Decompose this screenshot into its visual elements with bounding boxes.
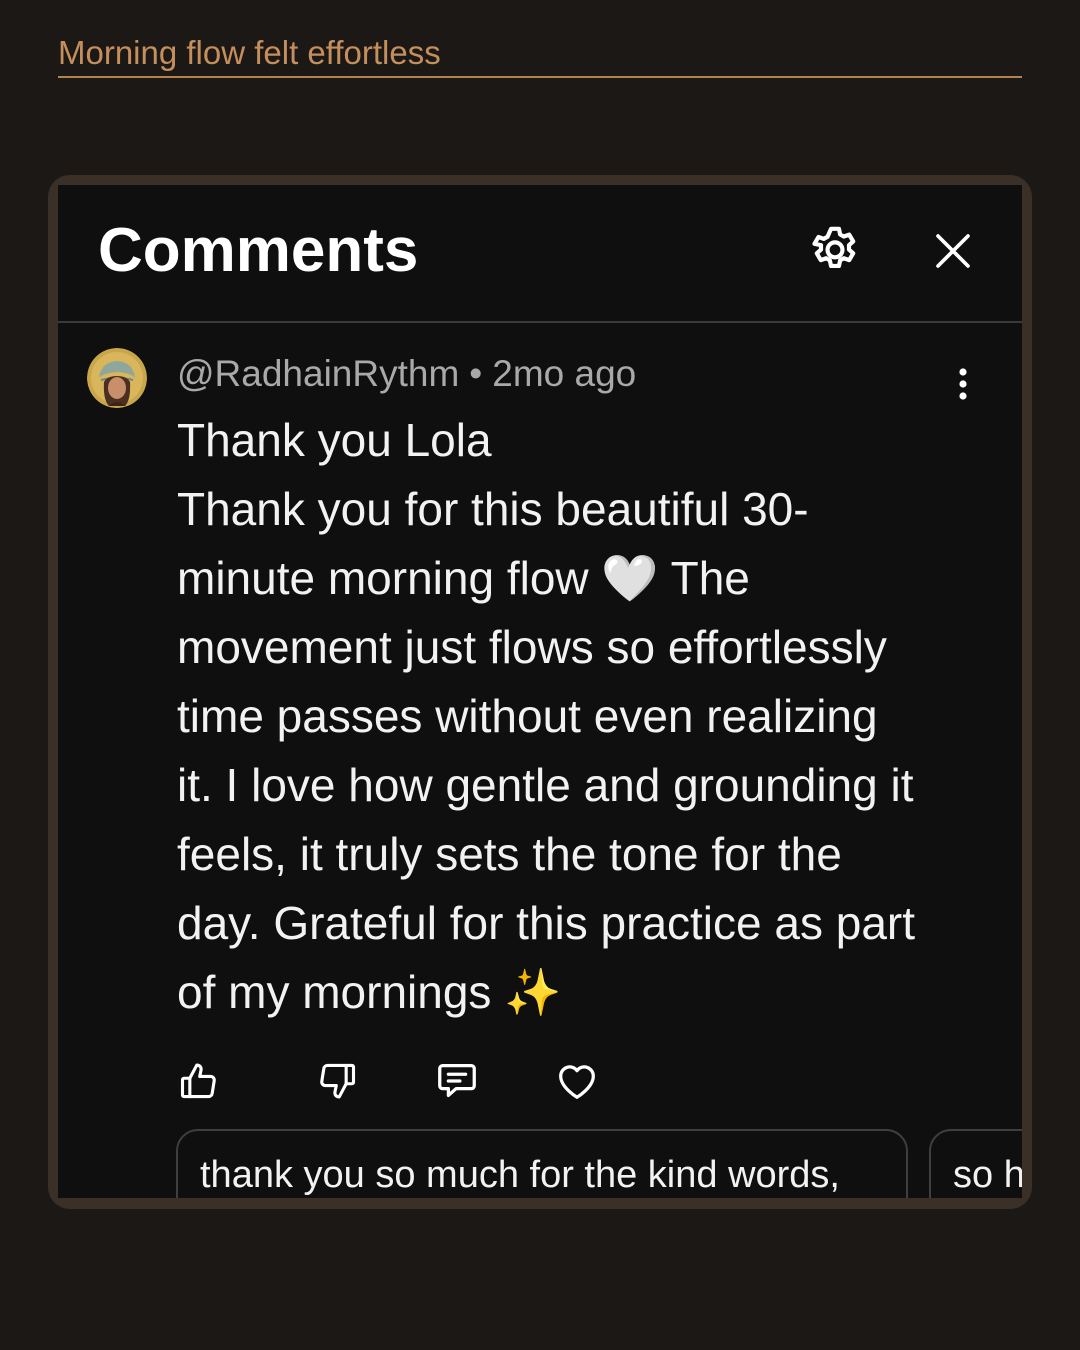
like-button[interactable] bbox=[171, 1053, 227, 1109]
thumbs-up-icon bbox=[180, 1063, 216, 1099]
comment-line: minute morning flow 🤍 The bbox=[177, 552, 750, 604]
comment-item: @RadhainRythm • 2mo ago Thank you Lola Tha… bbox=[58, 323, 1022, 1198]
comment-author[interactable]: @RadhainRythm bbox=[177, 353, 459, 394]
avatar[interactable] bbox=[87, 348, 147, 408]
comment-line: time passes without even realizing bbox=[177, 690, 878, 742]
heart-button[interactable] bbox=[549, 1053, 605, 1109]
reply-icon bbox=[438, 1064, 476, 1098]
reply-card[interactable]: so h bbox=[929, 1129, 1022, 1198]
dislike-button[interactable] bbox=[309, 1053, 365, 1109]
comment-line: movement just flows so effortlessly bbox=[177, 621, 887, 673]
comment-actions bbox=[171, 1053, 671, 1109]
reply-button[interactable] bbox=[429, 1053, 485, 1109]
comment-line: it. I love how gentle and grounding it bbox=[177, 759, 914, 811]
heart-icon bbox=[559, 1065, 595, 1099]
comment-line: feels, it truly sets the tone for the bbox=[177, 828, 842, 880]
settings-button[interactable] bbox=[803, 219, 867, 283]
reply-card[interactable]: thank you so much for the kind words, bbox=[176, 1129, 908, 1198]
comment-line: Thank you Lola bbox=[177, 414, 492, 466]
more-options-button[interactable] bbox=[943, 359, 983, 409]
comments-panel: Comments @RadhainRythm • 2mo ago Thank y… bbox=[58, 185, 1022, 1198]
page-headline[interactable]: Morning flow felt effortless bbox=[58, 30, 1022, 78]
comments-sheet: Comments @RadhainRythm • 2mo ago Thank y… bbox=[48, 175, 1032, 1209]
close-button[interactable] bbox=[921, 219, 985, 283]
comments-header: Comments bbox=[58, 185, 1022, 323]
meta-separator: • bbox=[469, 353, 483, 394]
comment-meta: @RadhainRythm • 2mo ago bbox=[177, 351, 636, 397]
close-icon bbox=[936, 234, 970, 268]
comment-line: day. Grateful for this practice as part bbox=[177, 897, 916, 949]
comments-title: Comments bbox=[98, 216, 419, 285]
comment-line: Thank you for this beautiful 30- bbox=[177, 483, 809, 535]
gear-icon bbox=[812, 226, 856, 269]
more-vertical-icon bbox=[959, 368, 967, 400]
comment-line: of my mornings ✨ bbox=[177, 966, 562, 1018]
comment-timestamp: 2mo ago bbox=[492, 353, 637, 394]
thumbs-down-icon bbox=[320, 1063, 356, 1099]
comment-text: Thank you Lola Thank you for this beauti… bbox=[177, 406, 977, 1027]
